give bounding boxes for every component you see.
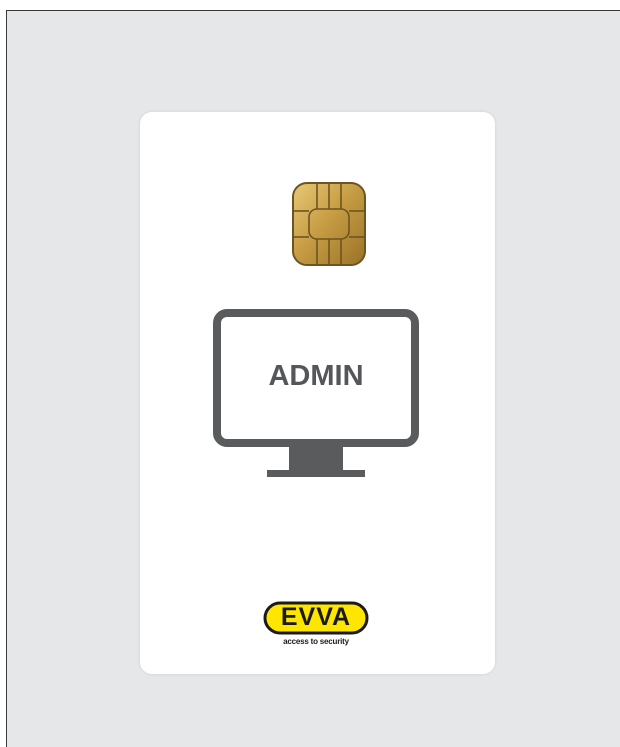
- evva-wordmark: EVVA: [280, 603, 352, 631]
- evva-tagline: access to security: [283, 637, 349, 646]
- smart-card-chip-icon: [292, 182, 366, 266]
- computer-monitor-icon: [213, 309, 419, 477]
- admin-label: ADMIN: [268, 360, 364, 392]
